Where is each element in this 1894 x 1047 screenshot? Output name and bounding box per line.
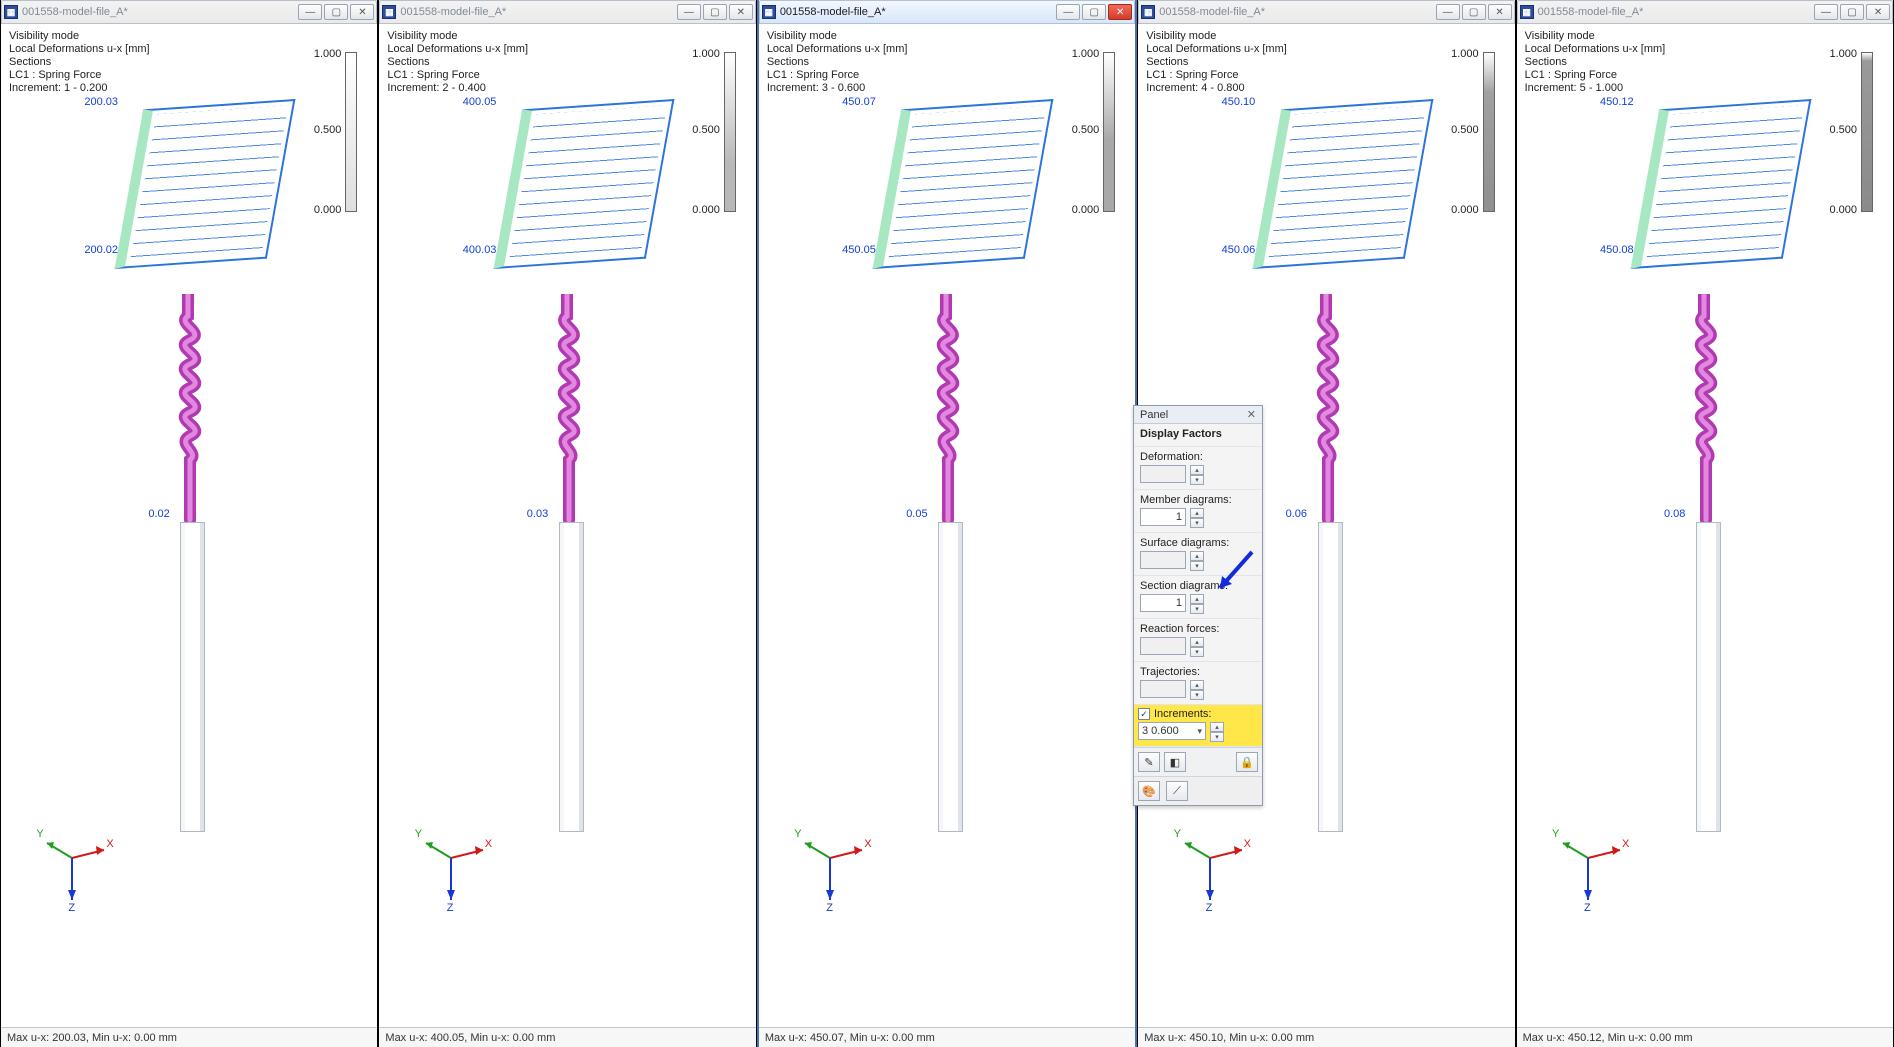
close-button[interactable]: ✕ xyxy=(729,4,753,20)
deform-value-top: 200.03 xyxy=(84,96,118,108)
section-diagrams-spinner[interactable]: ▴▾ xyxy=(1190,594,1204,612)
member-diagrams-input[interactable]: 1 xyxy=(1140,508,1186,526)
scale-max: 1.000 xyxy=(684,48,720,60)
window-titlebar[interactable]: ▦ 001558-model-file_A* — ▢ ✕ xyxy=(379,0,755,24)
color-scale xyxy=(724,52,736,212)
member-diagrams-spinner[interactable]: ▴▾ xyxy=(1190,508,1204,526)
app-icon: ▦ xyxy=(4,5,18,19)
scale-max: 1.000 xyxy=(305,48,341,60)
window-titlebar[interactable]: ▦ 001558-model-file_A* — ▢ ✕ xyxy=(1,0,377,24)
display-factors-heading: Display Factors xyxy=(1140,428,1256,440)
window-titlebar[interactable]: ▦ 001558-model-file_A* — ▢ ✕ xyxy=(1517,0,1893,24)
member-diagrams-label: Member diagrams: xyxy=(1140,494,1256,506)
model-column xyxy=(180,522,205,832)
maximize-button[interactable]: ▢ xyxy=(1840,4,1864,20)
close-button[interactable]: ✕ xyxy=(1866,4,1890,20)
surface-diagrams-label: Surface diagrams: xyxy=(1140,537,1256,549)
deformation-input[interactable] xyxy=(1140,465,1186,483)
minimize-button[interactable]: — xyxy=(298,4,322,20)
panel-dialog[interactable]: Panel ✕ Display Factors Deformation: ▴▾ … xyxy=(1133,405,1263,806)
window-titlebar[interactable]: ▦ 001558-model-file_A* — ▢ ✕ xyxy=(759,0,1135,24)
lock-button[interactable]: 🔒 xyxy=(1236,752,1258,772)
status-bar: Max u-x: 200.03, Min u-x: 0.00 mm xyxy=(1,1027,377,1047)
panel-close-icon[interactable]: ✕ xyxy=(1247,408,1256,421)
increments-section: ✓ Increments: 3 0.600 ▴▾ xyxy=(1134,705,1262,747)
increments-dropdown[interactable]: 3 0.600 xyxy=(1138,722,1206,740)
panel-titlebar[interactable]: Panel ✕ xyxy=(1134,406,1262,424)
info-block: Visibility mode Local Deformations u-x [… xyxy=(9,30,150,95)
model-spring xyxy=(178,294,222,527)
window-title: 001558-model-file_A* xyxy=(780,6,886,18)
panel-title-text: Panel xyxy=(1140,409,1168,421)
maximize-button[interactable]: ▢ xyxy=(1462,4,1486,20)
app-icon: ▦ xyxy=(382,5,396,19)
maximize-button[interactable]: ▢ xyxy=(1082,4,1106,20)
increments-checkbox[interactable]: ✓ xyxy=(1138,708,1150,720)
viewport-3: ▦ 001558-model-file_A* — ▢ ✕ Visibility … xyxy=(757,0,1137,1047)
model-plate: 200.03 200.02 xyxy=(130,104,280,264)
section-diagrams-label: Section diagrams: xyxy=(1140,580,1256,592)
minimize-button[interactable]: — xyxy=(1436,4,1460,20)
info-block: Visibility mode Local Deformations u-x [… xyxy=(387,30,528,95)
deformation-spinner[interactable]: ▴▾ xyxy=(1190,465,1204,483)
close-button[interactable]: ✕ xyxy=(1488,4,1512,20)
trajectories-label: Trajectories: xyxy=(1140,666,1256,678)
close-button[interactable]: ✕ xyxy=(1108,4,1132,20)
trajectories-spinner[interactable]: ▴▾ xyxy=(1190,680,1204,698)
palette-button[interactable]: 🎨 xyxy=(1138,781,1160,801)
window-title: 001558-model-file_A* xyxy=(400,6,506,18)
deform-value-col: 0.02 xyxy=(148,508,169,520)
minimize-button[interactable]: — xyxy=(1814,4,1838,20)
increments-spinner[interactable]: ▴▾ xyxy=(1210,722,1224,740)
deformation-label: Deformation: xyxy=(1140,451,1256,463)
model-canvas[interactable]: Visibility mode Local Deformations u-x [… xyxy=(759,24,1135,1027)
scale-mid: 0.500 xyxy=(305,124,341,136)
surface-diagrams-input[interactable] xyxy=(1140,551,1186,569)
scale-min: 0.000 xyxy=(305,204,341,216)
color-scale xyxy=(1103,52,1115,212)
axis-indicator: Y X Z xyxy=(42,828,112,911)
edit-button[interactable]: ✎ xyxy=(1138,752,1160,772)
toggle-button[interactable]: ◧ xyxy=(1164,752,1186,772)
panel-toolbar-2: 🎨 ⟋ xyxy=(1134,776,1262,805)
window-titlebar[interactable]: ▦ 001558-model-file_A* — ▢ ✕ xyxy=(1138,0,1514,24)
window-title: 001558-model-file_A* xyxy=(22,6,128,18)
trajectories-input[interactable] xyxy=(1140,680,1186,698)
close-button[interactable]: ✕ xyxy=(350,4,374,20)
model-canvas[interactable]: Visibility mode Local Deformations u-x [… xyxy=(1,24,377,1027)
scale-mid: 0.500 xyxy=(684,124,720,136)
viewport-2: ▦ 001558-model-file_A* — ▢ ✕ Visibility … xyxy=(378,0,756,1047)
maximize-button[interactable]: ▢ xyxy=(703,4,727,20)
scale-min: 0.000 xyxy=(684,204,720,216)
wand-button[interactable]: ⟋ xyxy=(1166,781,1188,801)
app-icon: ▦ xyxy=(762,5,776,19)
model-canvas[interactable]: Visibility mode Local Deformations u-x [… xyxy=(379,24,755,1027)
minimize-button[interactable]: — xyxy=(1056,4,1080,20)
section-diagrams-input[interactable]: 1 xyxy=(1140,594,1186,612)
increments-label: Increments: xyxy=(1154,708,1211,720)
surface-diagrams-spinner[interactable]: ▴▾ xyxy=(1190,551,1204,569)
maximize-button[interactable]: ▢ xyxy=(324,4,348,20)
viewport-1: ▦ 001558-model-file_A* — ▢ ✕ Visibility … xyxy=(0,0,378,1047)
viewport-5: ▦ 001558-model-file_A* — ▢ ✕ Visibility … xyxy=(1516,0,1894,1047)
minimize-button[interactable]: — xyxy=(677,4,701,20)
viewport-container: ▦ 001558-model-file_A* — ▢ ✕ Visibility … xyxy=(0,0,1894,1047)
reaction-forces-label: Reaction forces: xyxy=(1140,623,1256,635)
panel-toolbar-1: ✎ ◧ 🔒 xyxy=(1134,747,1262,776)
reaction-forces-input[interactable] xyxy=(1140,637,1186,655)
reaction-forces-spinner[interactable]: ▴▾ xyxy=(1190,637,1204,655)
color-scale xyxy=(345,52,357,212)
deform-value-bot: 200.02 xyxy=(84,244,118,256)
